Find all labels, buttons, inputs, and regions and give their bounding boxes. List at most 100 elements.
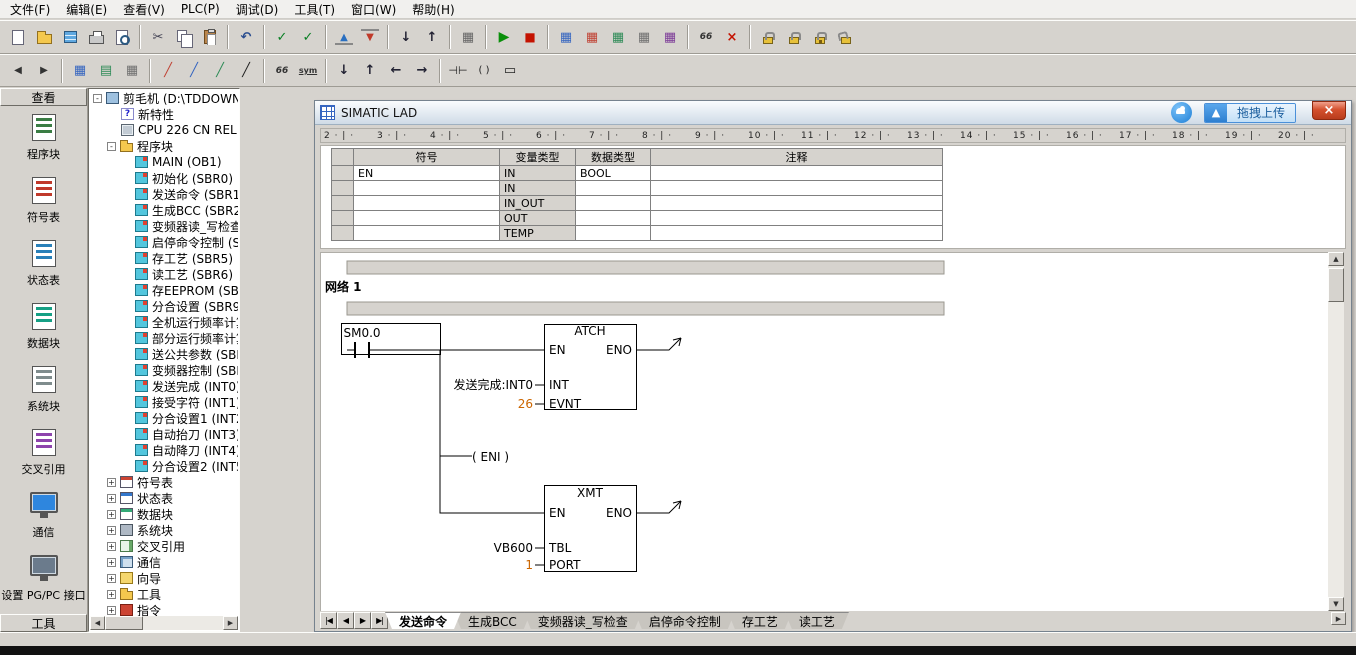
view-symbolic-button[interactable]: 66	[270, 59, 294, 82]
insert-contact-button[interactable]: ⊣⊢	[446, 59, 470, 82]
xmt-port-operand[interactable]: 1	[525, 558, 533, 572]
tree-item-6[interactable]: 发送命令 (SBR1)	[90, 186, 238, 202]
data-type-cell[interactable]	[576, 226, 651, 241]
lock-password-button[interactable]	[808, 26, 832, 49]
tab-发送命令[interactable]: 发送命令	[385, 612, 461, 629]
tree-item-8[interactable]: 变频器读_写检查 (S	[90, 218, 238, 234]
data-type-cell[interactable]: BOOL	[576, 166, 651, 181]
pou-blue-marker-button[interactable]: ╱	[182, 59, 206, 82]
row-selector-cell[interactable]	[332, 181, 354, 196]
sidebar-item-data-block[interactable]: 数据块	[0, 295, 87, 358]
run-mode-button[interactable]: ▶	[492, 26, 516, 49]
sidebar-item-program-block[interactable]: 程序块	[0, 106, 87, 169]
drag-upload-badge-icon[interactable]	[1171, 102, 1192, 123]
pou-black-marker-button[interactable]: ╱	[234, 59, 258, 82]
tree-item-0[interactable]: -剪毛机 (D:\TDDOWNLOAD\	[90, 90, 238, 106]
tree-scroll-right-button[interactable]: ▶	[223, 616, 238, 630]
compile-button[interactable]: ✓	[270, 26, 294, 49]
tree-item-25[interactable]: +状态表	[90, 490, 238, 506]
sidebar-item-symbol-table[interactable]: 符号表	[0, 169, 87, 232]
tab-nav-button-1[interactable]: ◀	[337, 612, 354, 629]
tree-scroll-left-button[interactable]: ◀	[90, 616, 105, 630]
options-button[interactable]: ▦	[456, 26, 480, 49]
download-button[interactable]: ▼	[358, 26, 382, 49]
network-title-bar[interactable]	[347, 302, 944, 315]
tree-item-21[interactable]: 自动抬刀 (INT3)	[90, 426, 238, 442]
menu-item-5[interactable]: 工具(T)	[286, 0, 343, 19]
scroll-down-button[interactable]: ▼	[1328, 597, 1344, 611]
var-type-cell[interactable]: IN_OUT	[500, 196, 576, 211]
symbol-cell[interactable]	[354, 211, 500, 226]
data-type-cell[interactable]	[576, 211, 651, 226]
chart-status-button[interactable]: ▦	[606, 26, 630, 49]
comment-cell[interactable]	[651, 196, 943, 211]
tree-item-15[interactable]: 部分运行频率计算 (	[90, 330, 238, 346]
sort-ascending-button[interactable]: ↓	[394, 26, 418, 49]
data-type-cell[interactable]	[576, 181, 651, 196]
stop-mode-button[interactable]: ■	[518, 26, 542, 49]
atch-evnt-operand[interactable]: 26	[518, 397, 533, 411]
single-read-button[interactable]: ▦	[658, 26, 682, 49]
menu-item-3[interactable]: PLC(P)	[173, 1, 228, 17]
tree-item-9[interactable]: 启停命令控制 (SBR4	[90, 234, 238, 250]
symbol-cell[interactable]	[354, 196, 500, 211]
tree-item-31[interactable]: +工具	[90, 586, 238, 602]
new-project-button[interactable]	[6, 26, 30, 49]
scrollbar-thumb[interactable]	[1328, 268, 1344, 302]
lad-window-titlebar[interactable]: SIMATIC LAD ▲ 拖拽上传 ×	[315, 101, 1351, 125]
tree-item-2[interactable]: CPU 226 CN REL 02.01	[90, 122, 238, 138]
tree-item-22[interactable]: 自动降刀 (INT4)	[90, 442, 238, 458]
insert-coil-button[interactable]: ( )	[472, 59, 496, 82]
expand-icon[interactable]: +	[107, 590, 116, 599]
paste-button[interactable]	[198, 26, 222, 49]
menu-item-7[interactable]: 帮助(H)	[404, 0, 462, 19]
pou-red-marker-button[interactable]: ╱	[156, 59, 180, 82]
tree-item-12[interactable]: 存EEPROM (SBR7)	[90, 282, 238, 298]
program-status-button[interactable]: ▦	[554, 26, 578, 49]
tree-item-24[interactable]: +符号表	[90, 474, 238, 490]
insert-line-left-button[interactable]: ←	[384, 59, 408, 82]
tree-item-7[interactable]: 生成BCC (SBR2)	[90, 202, 238, 218]
cut-button[interactable]: ✂	[146, 26, 170, 49]
lock-pou-button[interactable]	[782, 26, 806, 49]
var-type-cell[interactable]: OUT	[500, 211, 576, 226]
menu-item-6[interactable]: 窗口(W)	[343, 0, 404, 19]
eni-coil-text[interactable]: ( ENI )	[472, 450, 509, 464]
row-selector-cell[interactable]	[332, 226, 354, 241]
atch-int-operand[interactable]: 发送完成:INT0	[453, 377, 533, 392]
copy-button[interactable]	[172, 26, 196, 49]
tools-bar-header[interactable]: 工具	[0, 614, 87, 632]
menu-item-2[interactable]: 查看(V)	[115, 0, 173, 19]
save-all-button[interactable]	[58, 26, 82, 49]
menu-item-1[interactable]: 编辑(E)	[58, 0, 115, 19]
tree-item-10[interactable]: 存工艺 (SBR5)	[90, 250, 238, 266]
symbol-cell[interactable]	[354, 181, 500, 196]
tree-item-23[interactable]: 分合设置2 (INT5)	[90, 458, 238, 474]
row-selector-cell[interactable]	[332, 211, 354, 226]
tab-nav-button-2[interactable]: ▶	[354, 612, 371, 629]
var-type-cell[interactable]: IN	[500, 181, 576, 196]
tab-nav-button-3[interactable]: ▶|	[371, 612, 388, 629]
expand-icon[interactable]: +	[107, 574, 116, 583]
xmt-tbl-operand[interactable]: VB600	[494, 541, 533, 555]
tree-item-20[interactable]: 分合设置1 (INT2)	[90, 410, 238, 426]
ladder-canvas[interactable]: 网络 1 SM0.0 ATCH EN ENO INT EVN	[320, 252, 1329, 611]
print-button[interactable]	[84, 26, 108, 49]
tab-生成BCC[interactable]: 生成BCC	[454, 612, 531, 629]
tree-item-30[interactable]: +向导	[90, 570, 238, 586]
open-project-button[interactable]	[32, 26, 56, 49]
sidebar-item-set-pgpc-interface[interactable]: 设置 PG/PC 接口	[0, 547, 87, 610]
tree-item-14[interactable]: 全机运行频率计算 (	[90, 314, 238, 330]
insert-line-down-button[interactable]: ↓	[332, 59, 356, 82]
var-type-cell[interactable]: TEMP	[500, 226, 576, 241]
compile-all-button[interactable]: ✓	[296, 26, 320, 49]
sort-descending-button[interactable]: ↑	[420, 26, 444, 49]
collapse-icon[interactable]: -	[93, 94, 102, 103]
expand-icon[interactable]: +	[107, 494, 116, 503]
xmt-box[interactable]: XMT EN ENO TBL PORT VB600 1	[494, 486, 637, 573]
tree-item-28[interactable]: +交叉引用	[90, 538, 238, 554]
sidebar-item-communications[interactable]: 通信	[0, 484, 87, 547]
expand-icon[interactable]: +	[107, 526, 116, 535]
tree-item-32[interactable]: +指令	[90, 602, 238, 616]
row-selector-cell[interactable]	[332, 166, 354, 181]
